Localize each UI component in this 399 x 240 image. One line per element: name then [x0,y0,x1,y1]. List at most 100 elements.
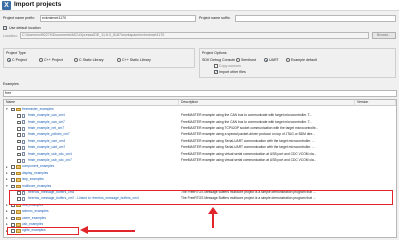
row-checkbox[interactable] [11,107,15,112]
row-checkbox[interactable] [11,184,15,189]
annotation-highlight-box-vglite [7,227,79,235]
radio-uart-label: UART [269,58,279,62]
row-name: fmstr_example_usb_cdc_cm4 [28,151,72,156]
radio-c-static-library[interactable] [74,58,78,62]
row-checkbox[interactable] [17,120,21,125]
row-checkbox[interactable] [11,165,15,169]
folder-icon [16,210,21,214]
browse-button[interactable]: Browse... [372,32,396,39]
example-file-icon [22,139,26,144]
row-checkbox[interactable] [17,139,21,144]
row-checkbox[interactable] [17,126,21,131]
expand-icon[interactable]: ▸ [6,171,8,175]
folder-icon [16,184,21,189]
row-checkbox[interactable] [17,114,21,118]
column-header-version[interactable]: Version [355,100,396,106]
example-file-icon [22,113,26,118]
radio-c-static-library-label: C Static Library [79,58,104,62]
use-default-location-label: Use default location [9,25,41,30]
collapse-icon[interactable]: ▾ [6,107,8,111]
folder-icon [16,165,21,170]
radio-c-project-label: C Project [12,58,27,62]
row-name: fmstr_example_can_cm4 [28,113,65,118]
window-title: Import projects [14,1,62,8]
row-description: FreeMASTER example using Serial-UART com… [181,138,315,143]
row-description: FreeMASTER example using the CAN bus to … [181,119,313,124]
copy-sources-checkbox[interactable] [214,64,218,68]
examples-tree[interactable]: Name Description Version ▾ freemaster_exa… [3,99,397,238]
example-file-icon [22,152,26,157]
radio-uart[interactable] [264,58,268,62]
folder-icon [16,178,21,182]
row-name: fmstr_example_uart_cm7 [28,145,66,150]
examples-label: Examples [3,82,19,86]
row-name: usem_examples [22,215,47,220]
expand-icon[interactable]: ▸ [6,209,8,213]
column-header-description[interactable]: Description [179,100,355,106]
expand-icon[interactable]: ▸ [6,165,8,169]
examples-filter-input[interactable]: free [3,89,397,97]
row-checkbox[interactable] [17,133,21,137]
use-default-location-checkbox[interactable]: ✓ [3,25,7,30]
location-input[interactable]: C:\Users\nxf92279\Documents\MCUXpressoID… [20,32,369,39]
row-checkbox[interactable] [17,158,21,163]
row-name: fmstr_example_uart_cm4 [28,138,66,143]
row-description: FreeMASTER example using virtual serial … [181,151,317,156]
prefix-label: Project name prefix: [3,16,35,20]
row-name: issp_examples [22,177,44,182]
radio-cpp-project[interactable] [39,58,43,62]
radio-cpp-static-library[interactable] [117,58,121,62]
radio-example-default[interactable] [286,58,290,62]
row-checkbox[interactable] [11,216,15,221]
radio-semihost[interactable] [236,58,240,62]
example-file-icon [22,133,26,138]
radio-semihost-label: Semihost [241,58,256,62]
row-description: FreeMASTER example using a special packe… [181,132,316,137]
row-name: display_examples [22,170,49,175]
expand-icon[interactable]: ▸ [6,216,8,220]
folder-icon [16,216,21,221]
column-header-name[interactable]: Name [4,100,179,106]
sdk-debug-console-label: SDK Debug Console [202,58,236,62]
row-name: fmstr_example_usb_cdc_cm7 [28,158,72,163]
row-checkbox[interactable] [11,210,15,214]
row-name: component_examples [22,164,55,169]
row-name: freemaster_examples [22,106,54,111]
annotation-arrow-left [87,229,135,232]
project-type-group: Project Type C Project C++ Project C Sta… [3,48,195,68]
expand-icon[interactable]: ▸ [6,203,8,207]
row-description: FreeMASTER example using virtual serial … [181,158,317,163]
annotation-arrow-left-head [80,226,88,234]
row-description: FreeMASTER example using the CAN bus to … [181,113,313,118]
annotation-arrow-up-head [208,207,218,214]
example-file-icon [22,120,26,125]
suffix-label: Project name suffix: [199,16,231,20]
example-file-icon [22,158,26,163]
row-checkbox[interactable] [17,152,21,157]
project-options-title: Project Options [202,50,227,55]
expand-icon[interactable]: ▸ [6,222,8,226]
radio-cpp-project-label: C++ Project [44,58,63,62]
row-checkbox[interactable] [17,146,21,150]
row-name: usb_examples [22,222,44,227]
row-name: fmstr_example_can_cm7 [28,119,65,124]
suffix-input[interactable] [235,14,396,22]
row-name: fmstr_example_pdbdm_cm7 [28,132,70,137]
radio-c-project[interactable] [7,58,11,62]
copy-sources-label: Copy sources [219,64,241,68]
project-type-title: Project Type [6,50,26,55]
folder-icon [16,171,21,176]
annotation-highlight-box [9,189,393,205]
example-file-icon [22,145,26,150]
row-checkbox[interactable] [11,178,15,182]
row-name: fmstr_example_net_cm7 [28,126,65,131]
example-file-icon [22,126,26,131]
import-other-files-checkbox[interactable]: ✓ [214,70,218,74]
prefix-input[interactable]: evkmimxrt1170 [40,14,196,22]
collapse-icon[interactable]: ▾ [6,184,8,188]
title-bar: X Import projects [0,0,399,11]
folder-icon [16,107,21,112]
expand-icon[interactable]: ▸ [6,177,8,181]
row-checkbox[interactable] [11,171,15,176]
import-dialog-icon: X [2,1,11,10]
